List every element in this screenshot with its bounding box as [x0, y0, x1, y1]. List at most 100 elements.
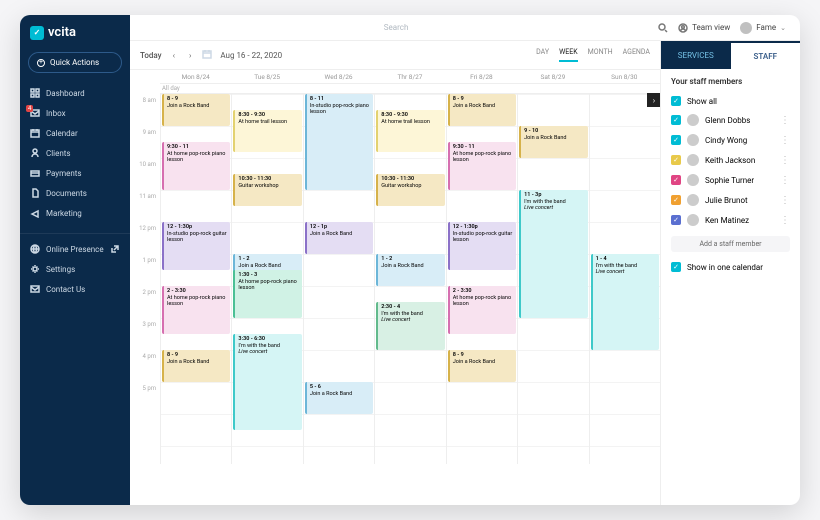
documents-icon [30, 188, 40, 198]
user-menu[interactable]: Fame⌄ [740, 22, 786, 34]
calendar-picker-icon[interactable] [202, 49, 212, 61]
day-column[interactable]: 8 - 9Join a Rock Band 9:30 - 11At home po… [446, 94, 517, 464]
staff-avatar [687, 134, 699, 146]
add-staff-button[interactable]: Add a staff member [671, 236, 790, 252]
calendar-event[interactable]: 12 - 1pJoin a Rock Band [305, 222, 373, 254]
day-header-row: Mon 8/24Tue 8/25Wed 8/26Thr 8/27Fri 8/28… [160, 70, 660, 84]
calendar-event[interactable]: 2:30 - 4I'm with the bandLive concert [376, 302, 444, 350]
calendar-event[interactable]: 8 - 9Join a Rock Band [162, 94, 230, 126]
day-header: Mon 8/24 [160, 70, 231, 84]
view-agenda[interactable]: AGENDA [623, 48, 650, 62]
calendar-event[interactable]: 3:30 - 6:30I'm with the bandLive concert [233, 334, 301, 430]
calendar-event[interactable]: 2 - 3:30At home pop-rock piano lesson [162, 286, 230, 334]
show-one-label: Show in one calendar [687, 263, 763, 272]
calendar-event[interactable]: 5 - 6Join a Rock Band [305, 382, 373, 414]
dashboard-icon [30, 88, 40, 98]
nav-marketing[interactable]: Marketing [20, 203, 130, 223]
calendar-event[interactable]: 8:30 - 9:30At home trail lesson [376, 110, 444, 152]
nav-documents[interactable]: Documents [20, 183, 130, 203]
nav-payments[interactable]: Payments [20, 163, 130, 183]
chevron-down-icon: ⌄ [780, 24, 786, 32]
nav-dashboard[interactable]: Dashboard [20, 83, 130, 103]
calendar-event[interactable]: 8 - 11In-studio pop-rock piano lesson [305, 94, 373, 190]
hour-label: 12 pm [130, 223, 156, 255]
calendar-event[interactable]: 11 - 3pI'm with the bandLive concert [519, 190, 587, 318]
prev-week-button[interactable]: ‹ [170, 51, 178, 60]
staff-row[interactable]: ✓Ken Matinez⋮ [671, 210, 790, 230]
sidebar: ✓ vcita + Quick Actions Dashboard 4Inbox… [20, 15, 130, 505]
hour-label: 9 am [130, 127, 156, 159]
tab-staff[interactable]: STAFF [731, 41, 801, 69]
tab-services[interactable]: SERVICES [661, 41, 731, 69]
view-month[interactable]: MONTH [588, 48, 613, 62]
calendar-event[interactable]: 1:30 - 3At home pop-rock piano lesson [233, 270, 301, 318]
nav-online-presence[interactable]: Online Presence [20, 233, 130, 259]
time-column: 8 am9 am10 am11 am12 pm1 pm2 pm3 pm4 pm5… [130, 70, 160, 505]
staff-name: Ken Matinez [705, 216, 749, 225]
staff-row[interactable]: ✓ Glenn Dobbs ⋮ [671, 110, 790, 130]
day-column[interactable]: 8:30 - 9:30At home trail lesson 10:30 - 1… [231, 94, 302, 464]
staff-row[interactable]: ✓Sophie Turner⋮ [671, 170, 790, 190]
calendar-event[interactable]: 9 - 10Join a Rock Band [519, 126, 587, 158]
calendar-event[interactable]: 9:30 - 11At home pop-rock piano lesson [448, 142, 516, 190]
calendar-event[interactable]: 9:30 - 11At home pop-rock piano lesson [162, 142, 230, 190]
day-column[interactable]: 8 - 11In-studio pop-rock piano lesson 12 … [303, 94, 374, 464]
calendar-event[interactable]: 8 - 9Join a Rock Band [448, 350, 516, 382]
calendar-event[interactable]: 10:30 - 11:30Guitar workshop [376, 174, 444, 206]
hour-label: 11 am [130, 191, 156, 223]
hour-label: 10 am [130, 159, 156, 191]
team-view-toggle[interactable]: Team view [678, 23, 730, 33]
hour-label: 8 am [130, 95, 156, 127]
staff-row[interactable]: ✓Cindy Wong⋮ [671, 130, 790, 150]
show-all-row[interactable]: ✓ Show all [671, 92, 790, 110]
nav-clients[interactable]: Clients [20, 143, 130, 163]
nav-settings[interactable]: Settings [20, 259, 130, 279]
calendar-event[interactable]: 8 - 9Join a Rock Band [448, 94, 516, 126]
quick-actions-button[interactable]: + Quick Actions [28, 52, 122, 73]
nav-inbox[interactable]: 4Inbox [20, 103, 130, 123]
staff-name: Julie Brunot [705, 196, 748, 205]
staff-avatar [687, 194, 699, 206]
calendar-event[interactable]: 8 - 9Join a Rock Band [162, 350, 230, 382]
calendar-icon [30, 128, 40, 138]
calendar-event[interactable]: 1 - 4I'm with the bandLive concert [591, 254, 659, 350]
day-column[interactable]: 8 - 9Join a Rock Band 9:30 - 11At home po… [160, 94, 231, 464]
calendar-event[interactable]: 10:30 - 11:30Guitar workshop [233, 174, 301, 206]
search-icon[interactable] [658, 18, 668, 37]
checkbox-icon: ✓ [671, 96, 681, 106]
hour-label: 5 pm [130, 383, 156, 415]
calendar-event[interactable]: 2 - 3:30At home pop-rock piano lesson [448, 286, 516, 334]
view-week[interactable]: WEEK [559, 48, 578, 62]
day-column[interactable]: 1 - 4I'm with the bandLive concert [589, 94, 660, 464]
staff-name: Glenn Dobbs [705, 116, 750, 125]
staff-row[interactable]: ✓Keith Jackson⋮ [671, 150, 790, 170]
view-day[interactable]: DAY [536, 48, 549, 62]
week-grid[interactable]: 8 - 9Join a Rock Band 9:30 - 11At home po… [160, 94, 660, 464]
checkbox-icon: ✓ [671, 115, 681, 125]
day-header: Tue 8/25 [231, 70, 302, 84]
more-icon[interactable]: ⋮ [780, 215, 790, 226]
calendar-event[interactable]: 1 - 2Join a Rock Band [376, 254, 444, 286]
more-icon[interactable]: ⋮ [780, 115, 790, 126]
today-button[interactable]: Today [140, 51, 162, 60]
nav-contact-us[interactable]: Contact Us [20, 279, 130, 299]
more-icon[interactable]: ⋮ [780, 155, 790, 166]
more-icon[interactable]: ⋮ [780, 195, 790, 206]
more-icon[interactable]: ⋮ [780, 135, 790, 146]
more-icon[interactable]: ⋮ [780, 175, 790, 186]
day-column[interactable]: 8:30 - 9:30At home trail lesson 10:30 - 1… [374, 94, 445, 464]
show-in-one-row[interactable]: ✓ Show in one calendar [671, 258, 790, 276]
main: Search Team view Fame⌄ Today ‹ › Aug 16 … [130, 15, 800, 505]
day-column[interactable]: 9 - 10Join a Rock Band 11 - 3pI'm with th… [517, 94, 588, 464]
next-week-button[interactable]: › [186, 51, 194, 60]
day-header: Sun 8/30 [589, 70, 660, 84]
nav-calendar[interactable]: Calendar [20, 123, 130, 143]
calendar-event[interactable]: 12 - 1:30pIn-studio pop-rock guitar less… [162, 222, 230, 270]
calendar-event[interactable]: 8:30 - 9:30At home trail lesson [233, 110, 301, 152]
scroll-right-button[interactable]: › [647, 93, 660, 107]
hour-label: 3 pm [130, 319, 156, 351]
search-input[interactable]: Search [144, 23, 648, 32]
body: Today ‹ › Aug 16 - 22, 2020 DAY WEEK MON… [130, 41, 800, 505]
staff-row[interactable]: ✓Julie Brunot⋮ [671, 190, 790, 210]
calendar-event[interactable]: 12 - 1:30pIn-studio pop-rock guitar less… [448, 222, 516, 270]
